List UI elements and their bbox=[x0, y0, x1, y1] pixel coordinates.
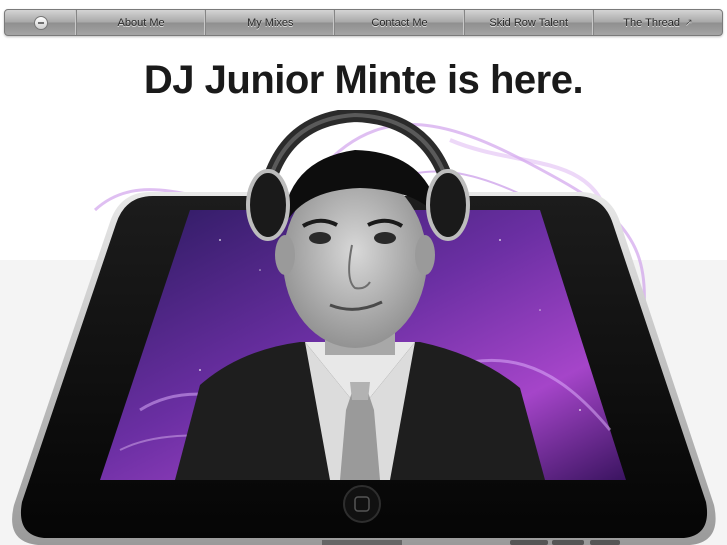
nav-the-thread[interactable]: The Thread ↗ bbox=[594, 10, 722, 35]
hero-illustration bbox=[0, 110, 727, 545]
nav-my-mixes[interactable]: My Mixes bbox=[206, 10, 336, 35]
nav-skid-row-talent[interactable]: Skid Row Talent bbox=[465, 10, 594, 35]
page-headline: DJ Junior Minte is here. bbox=[143, 58, 584, 102]
nav-label: My Mixes bbox=[247, 16, 294, 29]
logo-icon bbox=[33, 15, 48, 30]
nav-label: Skid Row Talent bbox=[489, 16, 569, 29]
nav-label: About Me bbox=[117, 16, 165, 29]
hero-image bbox=[0, 110, 727, 545]
home-logo-button[interactable] bbox=[5, 10, 77, 35]
top-nav-bar: About Me My Mixes Contact Me Skid Row Ta… bbox=[4, 9, 723, 36]
nav-contact-me[interactable]: Contact Me bbox=[335, 10, 465, 35]
nav-label: The Thread bbox=[623, 16, 680, 29]
nav-label: Contact Me bbox=[371, 16, 428, 29]
nav-about-me[interactable]: About Me bbox=[77, 10, 207, 35]
external-link-icon: ↗ bbox=[684, 17, 693, 27]
